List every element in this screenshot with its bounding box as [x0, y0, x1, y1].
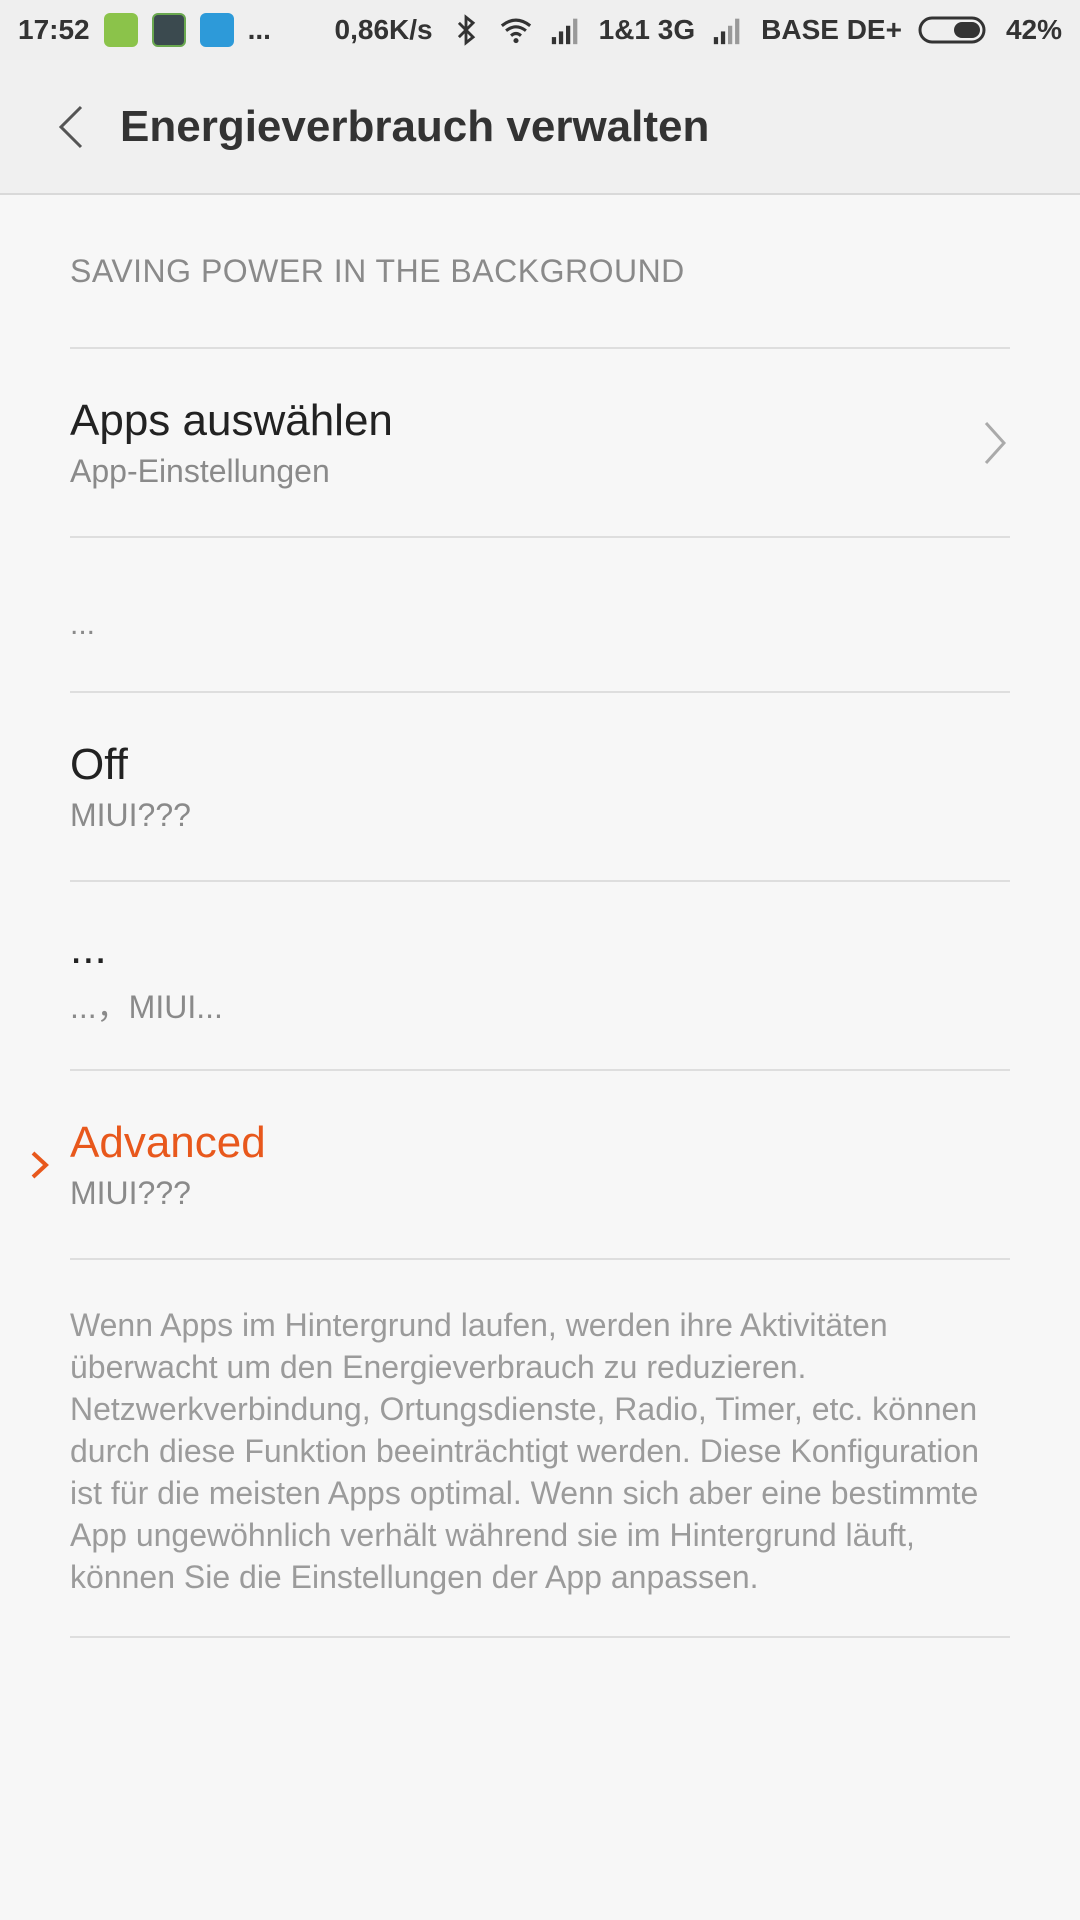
row-subtitle: ...，MIUI...	[70, 988, 223, 1025]
battery-icon	[918, 16, 986, 44]
bluetooth-icon	[457, 14, 475, 46]
signal-icon	[551, 18, 577, 45]
shield-app-icon	[103, 13, 138, 47]
row-subtitle: MIUI???	[70, 797, 191, 834]
apps-select-row[interactable]: Apps auswählen App-Einstellungen	[70, 349, 1010, 538]
row-title: Advanced	[70, 1117, 266, 1167]
mode-option-off[interactable]: Off MIUI???	[70, 693, 1010, 882]
selected-chevron-icon	[31, 1151, 49, 1178]
app-header: Energieverbrauch verwalten	[0, 60, 1080, 195]
row-subtitle: MIUI???	[70, 1175, 191, 1212]
section-header: SAVING POWER IN THE BACKGROUND	[70, 195, 1010, 349]
chevron-right-icon	[984, 421, 1007, 464]
wifi-icon	[500, 18, 531, 44]
carrier-1: 1&1 3G	[598, 14, 696, 45]
page-title: Energieverbrauch verwalten	[120, 101, 710, 151]
carrier-2: BASE DE+	[761, 14, 902, 45]
status-time: 17:52	[18, 14, 90, 45]
description-text: Wenn Apps im Hintergrund laufen, werden …	[70, 1260, 1010, 1638]
status-bar: 17:52 ... 0,86K/s 1&1 3G BASE DE+ 42%	[0, 0, 1080, 60]
app-icon	[151, 13, 186, 47]
net-speed: 0,86K/s	[334, 14, 433, 45]
section-spacer: ...	[70, 538, 1010, 693]
battery-percent: 42%	[1005, 14, 1062, 45]
row-subtitle: App-Einstellungen	[70, 453, 330, 490]
row-title: ...	[70, 924, 107, 974]
status-more: ...	[247, 14, 271, 45]
app-icon	[199, 13, 234, 47]
row-title: Apps auswählen	[70, 395, 393, 445]
row-title: Off	[70, 739, 128, 789]
settings-list: SAVING POWER IN THE BACKGROUND Apps ausw…	[31, 195, 1010, 1638]
mode-option-advanced[interactable]: Advanced MIUI???	[31, 1071, 1010, 1260]
mode-option-default[interactable]: ... ...，MIUI...	[70, 882, 1010, 1071]
signal-icon	[713, 18, 740, 45]
back-button[interactable]	[40, 97, 100, 157]
chevron-left-icon	[58, 105, 83, 148]
